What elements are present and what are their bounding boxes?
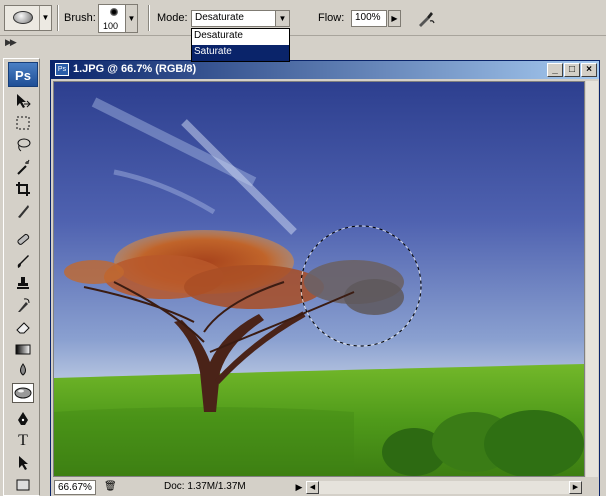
document-size-info: Doc: 1.37M/1.37M	[164, 481, 246, 492]
maximize-button[interactable]: □	[564, 63, 580, 77]
document-title: 1.JPG @ 66.7% (RGB/8)	[73, 63, 197, 75]
horizontal-scrollbar[interactable]: ◀ ▶	[306, 481, 582, 494]
marquee-tool-icon[interactable]	[12, 113, 34, 133]
scroll-left-icon[interactable]: ◀	[306, 481, 319, 494]
minimize-button[interactable]: _	[547, 63, 563, 77]
status-menu-arrow-icon[interactable]: ▶	[293, 480, 305, 495]
flow-input[interactable]: 100%	[351, 10, 387, 27]
brush-label: Brush:	[64, 12, 96, 24]
brush-size: 100	[103, 21, 119, 31]
brush-tool-icon[interactable]	[12, 251, 34, 271]
mode-label: Mode:	[157, 12, 188, 24]
document-title-bar[interactable]: Ps 1.JPG @ 66.7% (RGB/8) _ □ ×	[51, 61, 599, 79]
close-button[interactable]: ×	[581, 63, 597, 77]
path-selection-icon[interactable]	[12, 453, 34, 473]
flow-label: Flow:	[318, 12, 345, 24]
divider	[148, 5, 150, 31]
flow-slider-arrow-icon[interactable]: ▶	[388, 10, 401, 27]
palette-strip: ▶▶	[0, 37, 606, 51]
sponge-icon	[13, 11, 33, 24]
document-window: Ps 1.JPG @ 66.7% (RGB/8) _ □ × 66.67% 🗑 …	[50, 60, 600, 496]
mode-select[interactable]: Desaturate ▼	[191, 10, 290, 27]
mode-option-saturate[interactable]: Saturate	[192, 45, 289, 61]
mode-option-desaturate[interactable]: Desaturate	[192, 29, 289, 45]
slice-tool-icon[interactable]	[12, 201, 34, 221]
brush-picker[interactable]: 100 ▼	[98, 4, 138, 33]
zoom-field[interactable]: 66.67%	[54, 480, 96, 495]
mode-dropdown-list: Desaturate Saturate	[191, 28, 290, 62]
chevron-down-icon[interactable]: ▼	[39, 6, 51, 30]
airbrush-icon[interactable]	[416, 8, 436, 28]
divider	[57, 5, 59, 31]
pen-tool-icon[interactable]	[12, 409, 34, 429]
options-bar: ▼ Brush: 100 ▼ Mode: Desaturate ▼ Flow: …	[0, 0, 606, 36]
ps-document-icon: Ps	[55, 63, 69, 76]
ps-logo[interactable]: Ps	[8, 62, 38, 87]
crop-tool-icon[interactable]	[12, 179, 34, 199]
trash-icon[interactable]: 🗑	[104, 481, 117, 493]
tool-preset-picker[interactable]: ▼	[4, 5, 52, 31]
brush-tip-icon	[110, 8, 118, 16]
move-tool-icon[interactable]	[12, 91, 34, 111]
chevron-down-icon[interactable]: ▼	[125, 5, 137, 32]
scroll-right-icon[interactable]: ▶	[569, 481, 582, 494]
clone-stamp-icon[interactable]	[12, 273, 34, 293]
lasso-tool-icon[interactable]	[12, 135, 34, 155]
toolbox: Ps T	[3, 58, 40, 496]
type-tool-icon[interactable]: T	[12, 431, 34, 451]
mode-select-value: Desaturate	[195, 12, 244, 23]
eraser-tool-icon[interactable]	[12, 317, 34, 337]
status-bar: 66.67% 🗑 Doc: 1.37M/1.37M ▶ ◀ ▶	[51, 479, 599, 496]
sponge-tool-icon[interactable]	[12, 383, 34, 403]
double-chevron-icon[interactable]: ▶▶	[5, 37, 17, 48]
gradient-tool-icon[interactable]	[12, 339, 34, 359]
healing-brush-icon[interactable]	[12, 229, 34, 249]
vertical-scrollbar[interactable]	[586, 81, 598, 477]
chevron-down-icon[interactable]: ▼	[275, 11, 289, 26]
history-brush-icon[interactable]	[12, 295, 34, 315]
magic-wand-icon[interactable]	[12, 157, 34, 177]
shape-tool-icon[interactable]	[12, 475, 34, 495]
blur-tool-icon[interactable]	[12, 361, 34, 381]
image-canvas[interactable]	[53, 81, 585, 477]
